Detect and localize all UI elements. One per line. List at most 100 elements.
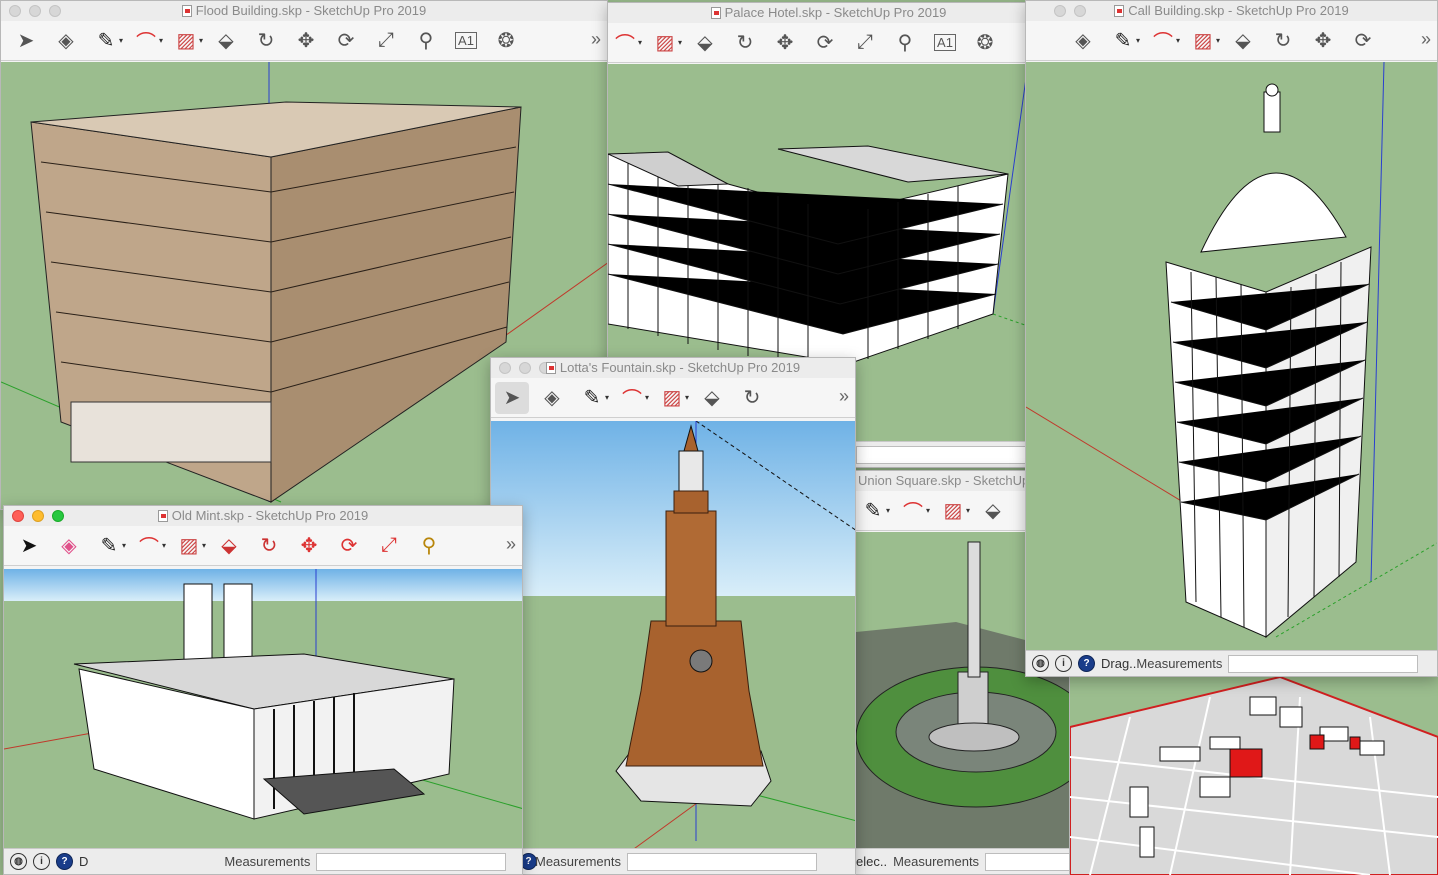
zoom-button[interactable]	[52, 510, 64, 522]
eraser-tool[interactable]: ◈	[535, 382, 569, 414]
scale-tool[interactable]: ⤢	[848, 27, 882, 59]
title-bar[interactable]: Old Mint.skp - SketchUp Pro 2019	[4, 506, 522, 526]
close-button[interactable]	[9, 5, 21, 17]
rotate-tool[interactable]: ⟳	[329, 25, 363, 57]
help-icon[interactable]: ?	[56, 853, 73, 870]
follow-me-tool[interactable]: ↻	[249, 25, 283, 57]
model-viewport[interactable]	[491, 421, 855, 848]
select-icon: ➤	[503, 387, 521, 409]
select-tool[interactable]: ➤	[12, 530, 46, 562]
paint-bucket-tool[interactable]: ❂	[489, 25, 523, 57]
arc-tool[interactable]: ⌒ ▾	[896, 495, 930, 527]
pencil-tool[interactable]: ✎ ▾	[856, 495, 890, 527]
lottas-fountain-window[interactable]: Lotta's Fountain.skp - SketchUp Pro 2019…	[490, 357, 856, 875]
title-bar[interactable]: Lotta's Fountain.skp - SketchUp Pro 2019	[491, 358, 855, 378]
more-tools-button[interactable]: »	[839, 386, 849, 407]
arc-tool[interactable]: ⌒ ▾	[608, 27, 642, 59]
city-map-view[interactable]	[1070, 677, 1438, 875]
text-tool[interactable]: A1	[449, 25, 483, 57]
zoom-button[interactable]	[49, 5, 61, 17]
fountain-base	[625, 620, 764, 767]
tape-measure-tool[interactable]: ⚲	[888, 27, 922, 59]
old-mint-window[interactable]: Old Mint.skp - SketchUp Pro 2019 ➤ ◈ ✎ ▾ …	[3, 505, 523, 875]
move-tool[interactable]: ✥	[768, 27, 802, 59]
arc-tool[interactable]: ⌒ ▾	[615, 382, 649, 414]
eraser-tool[interactable]: ◈	[52, 530, 86, 562]
measurements-input[interactable]	[626, 852, 817, 871]
rectangle-tool[interactable]: ▨ ▾	[648, 27, 682, 59]
eraser-tool[interactable]: ◈	[49, 25, 83, 57]
title-bar[interactable]: Flood Building.skp - SketchUp Pro 2019	[1, 1, 607, 21]
model-viewport[interactable]	[4, 569, 522, 848]
geolocation-icon[interactable]: ◍	[10, 853, 27, 870]
credits-icon[interactable]: i	[1055, 655, 1072, 672]
status-text: Drag..	[1101, 656, 1137, 671]
select-tool[interactable]: ➤	[495, 381, 529, 414]
help-icon[interactable]: ?	[1078, 655, 1095, 672]
push-pull-tool[interactable]: ⬙	[688, 27, 722, 59]
tape-measure-tool[interactable]: ⚲	[409, 25, 443, 57]
minimize-button[interactable]	[32, 510, 44, 522]
rectangle-icon: ▨	[176, 30, 196, 52]
rotate-tool[interactable]: ⟳	[332, 530, 366, 562]
arc-tool[interactable]: ⌒ ▾	[129, 25, 163, 57]
rectangle-tool[interactable]: ▨ ▾	[936, 495, 970, 527]
select-tool[interactable]: ➤	[9, 25, 43, 57]
pencil-tool[interactable]: ✎ ▾	[92, 530, 126, 562]
tape-measure-tool[interactable]: ⚲	[412, 530, 446, 562]
pencil-tool[interactable]: ✎ ▾	[575, 382, 609, 414]
fountain-column	[665, 510, 717, 627]
text-tool[interactable]: A1	[928, 27, 962, 59]
minimize-button[interactable]	[519, 362, 531, 374]
credits-icon[interactable]: i	[33, 853, 50, 870]
pencil-tool[interactable]: ✎ ▾	[1106, 25, 1140, 57]
eraser-icon: ◈	[61, 535, 77, 557]
geolocation-icon[interactable]: ◍	[1032, 655, 1049, 672]
scale-tool[interactable]: ⤢	[372, 530, 406, 562]
push-pull-tool[interactable]: ⬙	[209, 25, 243, 57]
follow-me-tool[interactable]: ↻	[728, 27, 762, 59]
title-bar[interactable]: Call Building.skp - SketchUp Pro 2019	[1026, 1, 1437, 21]
document-icon	[545, 362, 556, 374]
scale-tool[interactable]: ⤢	[369, 25, 403, 57]
more-tools-button[interactable]: »	[591, 29, 601, 50]
push-pull-tool[interactable]: ⬙	[1226, 25, 1260, 57]
move-tool[interactable]: ✥	[292, 530, 326, 562]
follow-me-tool[interactable]: ↻	[252, 530, 286, 562]
push-pull-tool[interactable]: ⬙	[212, 530, 246, 562]
close-button[interactable]	[12, 510, 24, 522]
measurements-input[interactable]	[316, 852, 507, 871]
title-bar[interactable]: Palace Hotel.skp - SketchUp Pro 2019	[608, 3, 1049, 23]
measurements-label: Measurements	[1136, 656, 1223, 671]
minimize-button[interactable]	[29, 5, 41, 17]
eraser-tool[interactable]: ◈	[1066, 25, 1100, 57]
rotate-tool[interactable]: ⟳	[1346, 25, 1380, 57]
paint-bucket-tool[interactable]: ❂	[968, 27, 1002, 59]
zoom-button[interactable]	[1074, 5, 1086, 17]
follow-me-tool[interactable]: ↻	[1266, 25, 1300, 57]
call-building-window[interactable]: Call Building.skp - SketchUp Pro 2019 ◈ …	[1025, 0, 1438, 677]
push-pull-tool[interactable]: ⬙	[976, 495, 1010, 527]
more-tools-button[interactable]: »	[506, 534, 516, 555]
rotate-tool[interactable]: ⟳	[808, 27, 842, 59]
model-viewport[interactable]	[1026, 62, 1437, 650]
pencil-tool[interactable]: ✎ ▾	[89, 25, 123, 57]
arc-icon: ⌒	[615, 34, 635, 56]
measurements-input[interactable]	[985, 852, 1069, 871]
rectangle-tool[interactable]: ▨ ▾	[1186, 25, 1220, 57]
follow-me-tool[interactable]: ↻	[735, 382, 769, 414]
minimize-button[interactable]	[1054, 5, 1066, 17]
arc-tool[interactable]: ⌒ ▾	[1146, 25, 1180, 57]
close-button[interactable]	[499, 362, 511, 374]
move-tool[interactable]: ✥	[289, 25, 323, 57]
rectangle-tool[interactable]: ▨ ▾	[655, 382, 689, 414]
more-tools-button[interactable]: »	[1421, 29, 1431, 50]
dome	[1200, 172, 1347, 253]
rectangle-tool[interactable]: ▨ ▾	[172, 530, 206, 562]
arc-tool[interactable]: ⌒ ▾	[132, 530, 166, 562]
rectangle-tool[interactable]: ▨ ▾	[169, 25, 203, 57]
measurements-input[interactable]	[856, 445, 1046, 464]
push-pull-tool[interactable]: ⬙	[695, 382, 729, 414]
move-tool[interactable]: ✥	[1306, 25, 1340, 57]
measurements-input[interactable]	[1228, 654, 1419, 673]
